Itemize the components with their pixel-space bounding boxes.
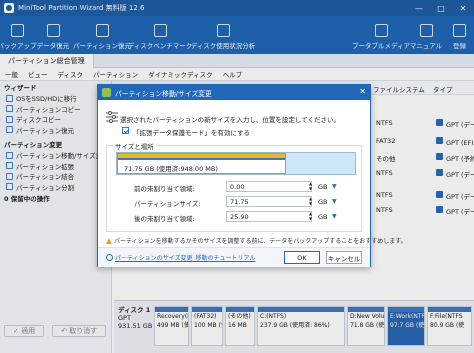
backup-warning: パーティションを移動するかそのサイズを調整する前に、データをバックアップすること… <box>106 236 407 245</box>
move-resize-dialog: パーティション移動/サイズ変更 ✕ 選択されたパーティションの新サイズを入力し、… <box>97 84 407 267</box>
field-row: パーティションサイズ: 71.75 ▲ ▼ GB ▼ <box>116 196 356 208</box>
tutorial-link[interactable]: パーティションのサイズ変更_移動のチュートリアル <box>106 253 255 262</box>
cancel-button[interactable]: キャンセル <box>326 251 362 264</box>
unallocated-before-input[interactable]: 0.00 <box>226 181 312 192</box>
enhanced-protection-checkbox[interactable] <box>122 127 129 134</box>
move-resize-icon <box>102 88 111 97</box>
warning-icon <box>106 238 112 244</box>
partition-handle[interactable]: 71.75 GB (使用済:948.00 MB) <box>117 153 286 174</box>
unit-dropdown-icon[interactable]: ▼ <box>332 213 337 220</box>
dialog-title-bar: パーティション移動/サイズ変更 <box>98 85 370 100</box>
unallocated-before-label: 前の未割り当て領域: <box>134 185 195 193</box>
dialog-title: パーティション移動/サイズ変更 <box>115 89 212 98</box>
enhanced-protection-label: 「拡張データ保護モード」を有効にする <box>133 129 251 137</box>
spinner-icon[interactable]: ▲ ▼ <box>309 181 313 192</box>
unit-label: GB <box>318 183 328 191</box>
settings-sliders-icon <box>106 111 118 123</box>
dialog-footer: パーティションのサイズ変更_移動のチュートリアル OK キャンセル <box>98 247 370 267</box>
partition-size-text: 71.75 GB (使用済:948.00 MB) <box>124 165 218 173</box>
partition-resize-bar[interactable]: 71.75 GB (使用済:948.00 MB) <box>116 152 356 175</box>
unit-label: GB <box>318 213 328 221</box>
unit-dropdown-icon[interactable]: ▼ <box>332 183 337 190</box>
unallocated-after-input[interactable]: 25.90 <box>226 211 312 222</box>
ok-button[interactable]: OK <box>284 251 320 264</box>
dialog-description: 選択されたパーティションの新サイズを入力し、位置を設定してください。 <box>120 116 341 124</box>
unallocated-after-label: 後の未割り当て領域: <box>134 215 195 223</box>
unit-label: GB <box>318 198 328 206</box>
field-row: 後の未割り当て領域: 25.90 ▲ ▼ GB ▼ <box>116 211 356 223</box>
spinner-icon[interactable]: ▲ ▼ <box>309 196 313 207</box>
help-icon <box>106 254 113 261</box>
partition-size-label: パーティションサイズ: <box>134 200 201 208</box>
spinner-icon[interactable]: ▲ ▼ <box>309 211 313 222</box>
field-row: 前の未割り当て領域: 0.00 ▲ ▼ GB ▼ <box>116 181 356 193</box>
dialog-close-icon[interactable]: ✕ <box>359 87 366 96</box>
size-location-label: サイズと場所 <box>113 141 156 151</box>
partition-size-input[interactable]: 71.75 <box>226 196 312 207</box>
unit-dropdown-icon[interactable]: ▼ <box>332 198 337 205</box>
